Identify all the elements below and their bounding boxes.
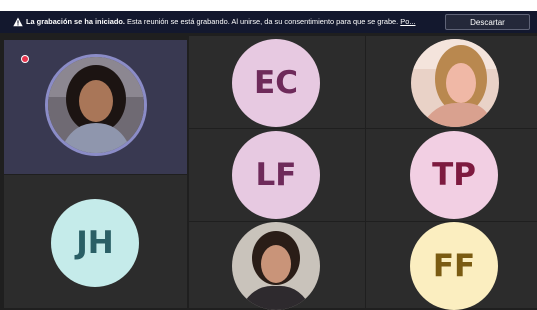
participant-photo bbox=[232, 222, 320, 310]
banner-message: La grabación se ha iniciado. Esta reunió… bbox=[26, 11, 441, 33]
top-caption-strip bbox=[0, 0, 537, 11]
participant-tile[interactable]: LF bbox=[189, 129, 365, 221]
banner-title: La grabación se ha iniciado. bbox=[26, 17, 125, 26]
participant-initials: FF bbox=[432, 248, 476, 284]
participant-initials: EC bbox=[254, 65, 298, 101]
participant-initials: LF bbox=[255, 157, 297, 193]
dismiss-button[interactable]: Descartar bbox=[445, 14, 530, 30]
participant-photo bbox=[411, 39, 499, 127]
participant-avatar: EC bbox=[232, 39, 320, 127]
participant-tile[interactable]: TP bbox=[366, 129, 537, 221]
banner-text: Esta reunión se está grabando. Al unirse… bbox=[127, 17, 399, 26]
participant-tile[interactable]: EC bbox=[189, 36, 365, 128]
participant-initials: TP bbox=[432, 157, 476, 193]
privacy-policy-link[interactable]: Po... bbox=[400, 17, 415, 26]
participant-avatar: LF bbox=[232, 131, 320, 219]
participant-tile[interactable] bbox=[366, 36, 537, 128]
participant-avatar: FF bbox=[410, 222, 498, 310]
participant-avatar: TP bbox=[410, 131, 498, 219]
participant-avatar: JH bbox=[51, 199, 139, 287]
participant-tile[interactable]: FF bbox=[366, 222, 537, 310]
recording-banner: La grabación se ha iniciado. Esta reunió… bbox=[0, 11, 537, 33]
participant-tile[interactable]: JH bbox=[4, 175, 187, 308]
participant-initials: JH bbox=[76, 225, 114, 261]
recording-indicator-icon bbox=[22, 56, 28, 62]
warning-icon bbox=[13, 17, 23, 27]
participant-tile-self[interactable] bbox=[4, 40, 187, 174]
participant-tile[interactable] bbox=[189, 222, 365, 310]
participant-photo bbox=[48, 57, 144, 153]
